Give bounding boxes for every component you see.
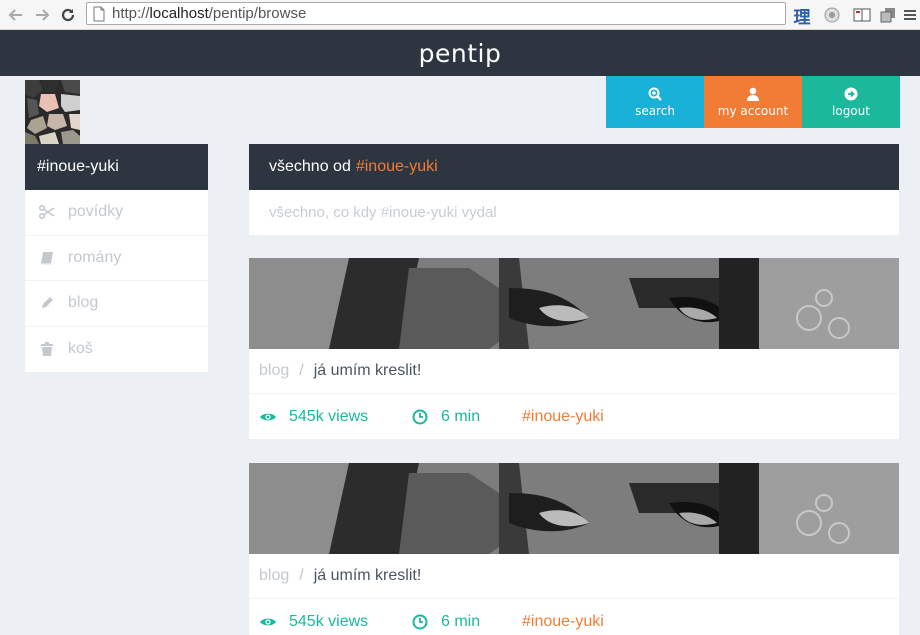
sidebar-title: #inoue-yuki: [25, 144, 208, 190]
page-title: všechno od #inoue-yuki: [249, 144, 899, 190]
sidebar: #inoue-yuki povídky romány blog koš: [25, 144, 208, 372]
copy-extension-icon[interactable]: [878, 5, 898, 25]
search-plus-icon: [648, 87, 662, 101]
sidebar-item-blog[interactable]: blog: [25, 281, 208, 327]
post-card[interactable]: blog / já umím kreslit! 545k views 6 min…: [249, 258, 899, 439]
scissors-icon: [38, 203, 56, 221]
post-author-link[interactable]: #inoue-yuki: [522, 613, 604, 631]
arrow-right-icon: [36, 9, 50, 21]
post-card[interactable]: blog / já umím kreslit! 545k views 6 min…: [249, 463, 899, 635]
url-text: http://localhost/pentip/browse: [112, 5, 307, 22]
post-meta: 545k views 6 min #inoue-yuki: [249, 394, 899, 439]
breadcrumb-separator: /: [299, 567, 304, 584]
post-views: 545k views: [259, 613, 411, 631]
sidebar-item-label: koš: [68, 340, 93, 358]
clock-icon: [411, 408, 429, 426]
page-title-prefix: všechno od: [269, 158, 351, 175]
eye-icon: [259, 613, 277, 631]
post-read-time-value: 6 min: [441, 407, 481, 425]
avatar-image: [25, 80, 80, 144]
reload-icon: [61, 8, 75, 22]
post-author-link[interactable]: #inoue-yuki: [522, 408, 604, 426]
book-icon: [38, 249, 56, 267]
post-title-row: blog / já umím kreslit!: [249, 349, 899, 394]
logout-button[interactable]: logout: [802, 76, 900, 128]
sidebar-item-label: povídky: [68, 203, 124, 221]
logout-button-label: logout: [832, 103, 870, 118]
sidebar-menu: povídky romány blog koš: [25, 190, 208, 372]
page-icon: [93, 6, 105, 21]
brand-title[interactable]: pentip: [419, 39, 502, 68]
post-views-value: 545k views: [289, 407, 369, 425]
post-category-link[interactable]: blog: [259, 362, 289, 380]
forward-button[interactable]: [32, 5, 52, 25]
search-button[interactable]: search: [606, 76, 704, 128]
post-views-value: 545k views: [289, 612, 369, 630]
trash-icon: [38, 340, 56, 358]
post-cover-image[interactable]: [249, 258, 899, 349]
eye-icon: [259, 408, 277, 426]
sidebar-item-kos[interactable]: koš: [25, 327, 208, 373]
pencil-icon: [38, 294, 56, 312]
user-icon: [747, 87, 759, 101]
translate-extension-icon[interactable]: 理: [792, 5, 812, 28]
arrow-circle-icon: [844, 87, 858, 100]
post-title-link[interactable]: já umím kreslit!: [314, 362, 422, 380]
search-button-label: search: [635, 103, 675, 118]
sidebar-item-label: blog: [68, 294, 99, 312]
post-read-time: 6 min: [411, 613, 522, 631]
my-account-button-label: my account: [717, 103, 789, 118]
reload-button[interactable]: [58, 5, 78, 25]
sidebar-item-label: romány: [68, 248, 122, 266]
post-cover-image[interactable]: [249, 463, 899, 554]
menu-icon[interactable]: [900, 5, 920, 25]
my-account-button[interactable]: my account: [704, 76, 802, 128]
address-bar[interactable]: http://localhost/pentip/browse: [86, 2, 786, 25]
action-bar: search my account logout: [606, 76, 900, 128]
page-title-tag[interactable]: #inoue-yuki: [356, 158, 438, 176]
post-views: 545k views: [259, 408, 411, 426]
reader-extension-icon[interactable]: [852, 5, 872, 25]
clock-icon: [411, 613, 429, 631]
post-category-link[interactable]: blog: [259, 567, 289, 585]
page-subtitle: všechno, co kdy #inoue-yuki vydal: [249, 190, 899, 235]
extension-circle-icon[interactable]: [822, 5, 842, 25]
post-title-link[interactable]: já umím kreslit!: [314, 567, 422, 585]
post-meta: 545k views 6 min #inoue-yuki: [249, 599, 899, 635]
main-content: všechno od #inoue-yuki všechno, co kdy #…: [249, 144, 899, 635]
sidebar-item-romany[interactable]: romány: [25, 236, 208, 281]
avatar[interactable]: [25, 80, 80, 144]
post-read-time: 6 min: [411, 408, 522, 426]
post-title-row: blog / já umím kreslit!: [249, 554, 899, 599]
arrow-left-icon: [8, 9, 22, 21]
back-button[interactable]: [6, 5, 26, 25]
breadcrumb-separator: /: [299, 362, 304, 379]
site-header: pentip: [0, 30, 920, 76]
post-read-time-value: 6 min: [441, 612, 481, 630]
browser-toolbar: http://localhost/pentip/browse 理: [0, 0, 920, 30]
sidebar-item-povidky[interactable]: povídky: [25, 190, 208, 236]
